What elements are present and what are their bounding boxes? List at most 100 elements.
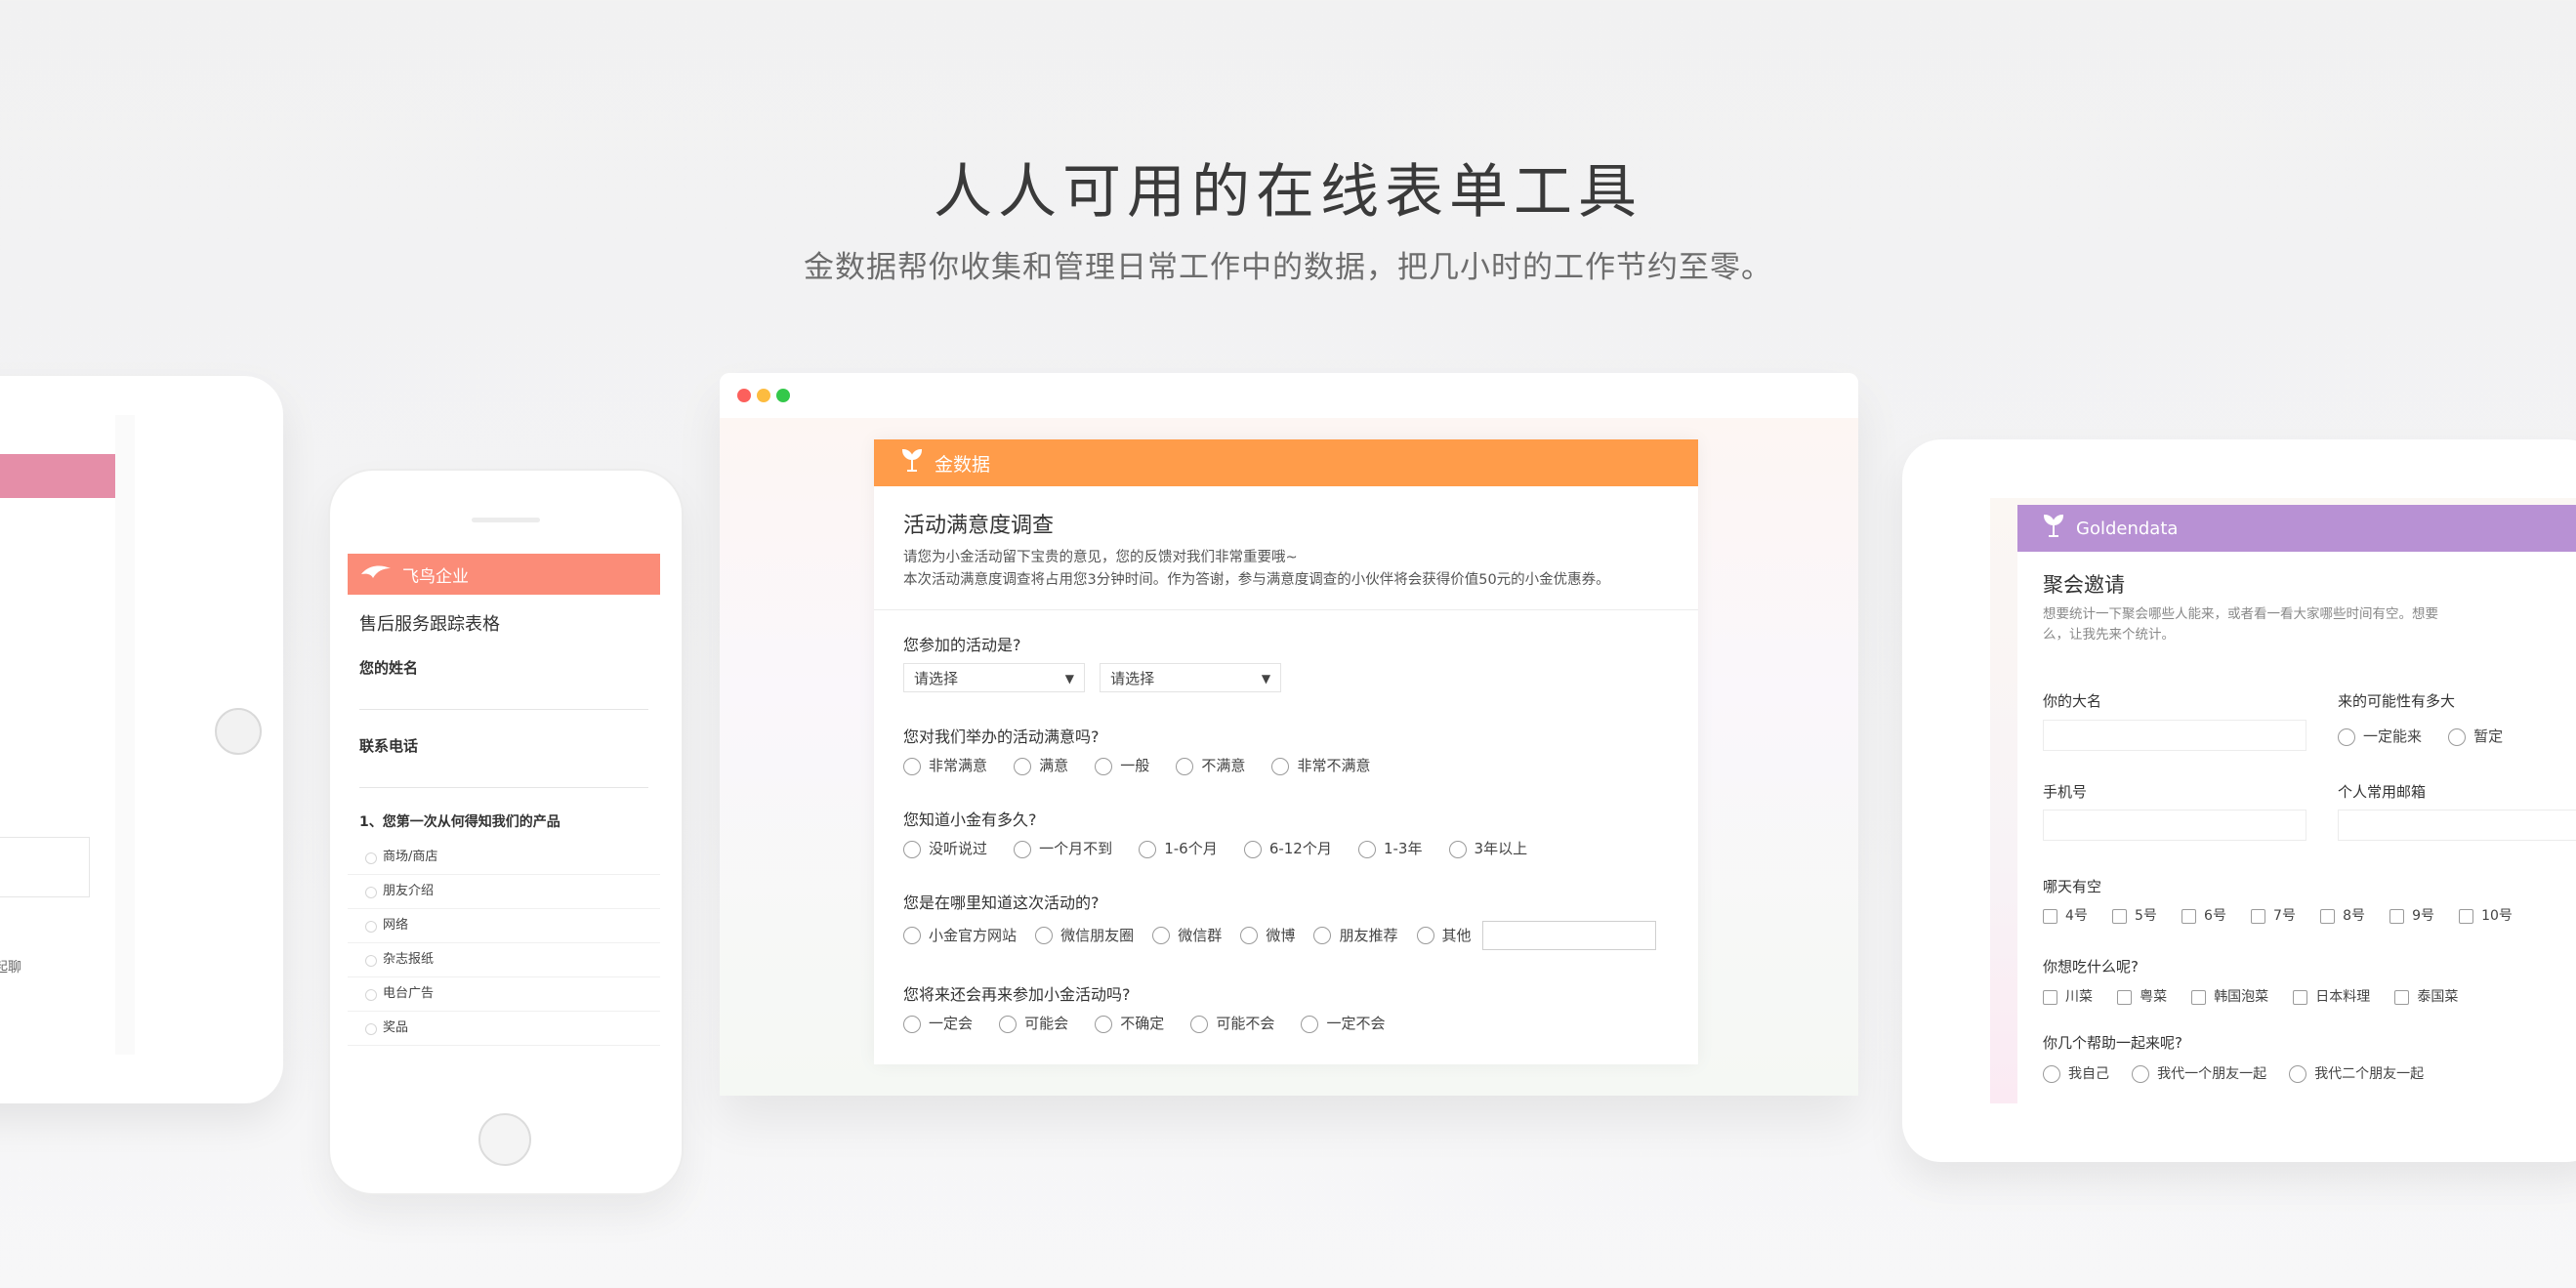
option-label: 日本料理 (2315, 989, 2371, 1005)
radio-option[interactable]: 微信群 (1152, 925, 1222, 945)
radio-option[interactable]: 一般 (1095, 755, 1149, 775)
checkbox-option[interactable]: 5号 (2112, 905, 2157, 925)
phone-option[interactable]: 网络 (348, 909, 660, 943)
phone-option[interactable]: 商场/商店 (348, 841, 660, 875)
hero-title: 人人可用的在线表单工具 (934, 158, 1642, 227)
phone-speaker (472, 518, 540, 522)
checkbox-option[interactable]: 6号 (2181, 905, 2226, 925)
question-duration-options: 没听说过 一个月不到 1-6个月 6-12个月 1-3年 3年以上 (874, 838, 1698, 858)
email-input[interactable] (2338, 810, 2576, 841)
name-input[interactable] (2043, 720, 2306, 751)
left-tablet-device: · 一起聊 (0, 376, 283, 1103)
option-label: 其他 (1441, 926, 1472, 944)
radio-option[interactable]: 不确定 (1095, 1013, 1164, 1033)
checkbox-option[interactable]: 4号 (2043, 905, 2088, 925)
party-desc-line: 想要统计一下聚会哪些人能来，或者看一看大家哪些时间有空。想要 (2043, 606, 2438, 622)
option-label: 非常满意 (929, 757, 988, 774)
checkbox-option[interactable]: 韩国泡菜 (2191, 986, 2268, 1006)
radio-circle-icon (903, 840, 921, 858)
radio-option[interactable]: 暂定 (2448, 726, 2503, 746)
option-label: 微博 (1266, 926, 1296, 944)
radio-option[interactable]: 可能不会 (1190, 1013, 1274, 1033)
maximize-dot-icon[interactable] (776, 389, 790, 402)
option-label: 一定能来 (2363, 727, 2423, 745)
checkbox-icon (2191, 989, 2207, 1005)
radio-option[interactable]: 一定会 (903, 1013, 973, 1033)
radio-circle-icon (2043, 1065, 2060, 1083)
checkbox-option[interactable]: 10号 (2459, 905, 2513, 925)
phone-option[interactable]: 朋友介绍 (348, 875, 660, 909)
option-label: 微信群 (1178, 926, 1223, 944)
checkbox-option[interactable]: 泰国菜 (2394, 986, 2458, 1006)
radio-option[interactable]: 满意 (1014, 755, 1068, 775)
radio-option[interactable]: 微信朋友圈 (1035, 925, 1134, 945)
radio-option[interactable]: 我自己 (2043, 1063, 2109, 1083)
option-label: 6号 (2204, 908, 2226, 924)
radio-option[interactable]: 我代二个朋友一起 (2289, 1063, 2424, 1083)
checkbox-option[interactable]: 9号 (2389, 905, 2434, 925)
radio-option[interactable]: 其他 (1416, 925, 1472, 945)
phone-option[interactable]: 电台广告 (348, 977, 660, 1012)
browser-window: 金数据 活动满意度调查 请您为小金活动留下宝贵的意见，您的反馈对我们非常重要哦~… (720, 373, 1858, 1096)
left-tablet-input[interactable] (0, 837, 90, 897)
checkbox-option[interactable]: 日本料理 (2293, 986, 2370, 1006)
radio-circle-icon (999, 1015, 1018, 1033)
survey-form: 金数据 活动满意度调查 请您为小金活动留下宝贵的意见，您的反馈对我们非常重要哦~… (874, 439, 1698, 1064)
option-label: 10号 (2481, 908, 2513, 924)
radio-option[interactable]: 微博 (1240, 925, 1295, 945)
checkbox-icon (2320, 908, 2336, 924)
checkbox-option[interactable]: 8号 (2320, 905, 2365, 925)
checkbox-option[interactable]: 粤菜 (2117, 986, 2167, 1006)
radio-option[interactable]: 非常不满意 (1271, 755, 1370, 775)
option-label: 1-3年 (1383, 840, 1423, 857)
minimize-dot-icon[interactable] (757, 389, 770, 402)
radio-circle-icon (1176, 757, 1194, 775)
radio-circle-icon (2338, 727, 2355, 746)
radio-option[interactable]: 朋友推荐 (1313, 925, 1397, 945)
option-label: 1-6个月 (1164, 840, 1218, 857)
phone-label: 手机号 (2043, 783, 2088, 801)
radio-option[interactable]: 1-6个月 (1139, 838, 1218, 858)
phone-tel-input[interactable] (359, 764, 648, 788)
radio-option[interactable]: 一个月不到 (1014, 838, 1112, 858)
option-label: 我自己 (2068, 1066, 2109, 1082)
party-form-description: 想要统计一下聚会哪些人能来，或者看一看大家哪些时间有空。想要 么，让我先来个统计… (2017, 604, 2576, 645)
radio-option[interactable]: 6-12个月 (1243, 838, 1332, 858)
option-label: 朋友推荐 (1339, 926, 1398, 944)
name-label: 你的大名 (2043, 692, 2102, 710)
radio-option[interactable]: 没听说过 (903, 838, 987, 858)
other-text-input[interactable] (1481, 921, 1656, 950)
radio-option[interactable]: 我代一个朋友一起 (2132, 1063, 2266, 1083)
radio-circle-icon (1014, 757, 1032, 775)
sprout-logo-icon (899, 447, 925, 478)
radio-option[interactable]: 小金官方网站 (903, 925, 1017, 945)
question-duration-label: 您知道小金有多久? (903, 810, 1037, 829)
radio-option[interactable]: 一定不会 (1301, 1013, 1385, 1033)
option-label: 5号 (2135, 908, 2157, 924)
option-label: 川菜 (2065, 989, 2093, 1005)
phone-name-input[interactable] (359, 686, 648, 710)
radio-circle-icon (1152, 927, 1171, 944)
radio-option[interactable]: 1-3年 (1357, 838, 1423, 858)
checkbox-icon (2043, 908, 2057, 924)
phone-option[interactable]: 奖品 (348, 1012, 660, 1046)
radio-option[interactable]: 不满意 (1176, 755, 1245, 775)
radio-option[interactable]: 一定能来 (2338, 726, 2422, 746)
phone-input[interactable] (2043, 810, 2306, 841)
checkbox-option[interactable]: 川菜 (2043, 986, 2093, 1006)
checkbox-icon (2112, 908, 2128, 924)
select-value: 请选择 (1110, 670, 1155, 687)
checkbox-option[interactable]: 7号 (2251, 905, 2296, 925)
activity-select-1[interactable]: 请选择 ▼ (903, 663, 1085, 692)
party-form: Goldendata 聚会邀请 想要统计一下聚会哪些人能来，或者看一看大家哪些时… (2017, 505, 2576, 1110)
close-dot-icon[interactable] (737, 389, 751, 402)
radio-option[interactable]: 可能会 (999, 1013, 1068, 1033)
radio-option[interactable]: 3年以上 (1448, 838, 1527, 858)
question-activity-selects: 请选择 ▼ 请选择 ▼ (874, 663, 1698, 692)
days-label: 哪天有空 (2043, 878, 2102, 895)
browser-viewport: 金数据 活动满意度调查 请您为小金活动留下宝贵的意见，您的反馈对我们非常重要哦~… (720, 418, 1858, 1096)
phone-option[interactable]: 杂志报纸 (348, 943, 660, 977)
activity-select-2[interactable]: 请选择 ▼ (1100, 663, 1282, 692)
food-options: 川菜 粤菜 韩国泡菜 日本料理 泰国菜 (2043, 986, 2477, 1006)
radio-option[interactable]: 非常满意 (903, 755, 987, 775)
